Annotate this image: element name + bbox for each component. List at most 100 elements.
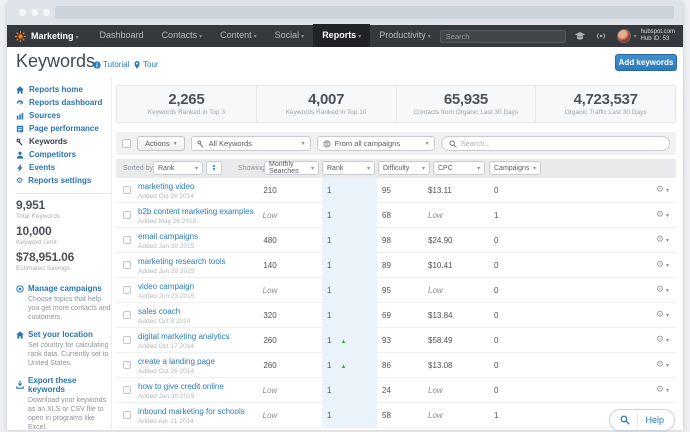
add-keywords-button[interactable]: Add keywords [615,54,677,71]
help-button[interactable]: Help [609,409,675,431]
keywords-filter-select[interactable]: All Keywords ▾ [191,136,311,151]
sidebar-link-title[interactable]: Manage campaigns [16,284,112,293]
sidebar-item-sources[interactable]: Sources [16,109,112,122]
sidebar-item-competitors[interactable]: Competitors [16,148,112,161]
row-settings-gear[interactable]: ⚙▾ [656,309,669,320]
summary-stat-value: 2,265 [117,91,256,108]
nav-item-content[interactable]: Content▾ [211,24,266,48]
campaigns-value: 0 [494,361,498,370]
nav-item-productivity[interactable]: Productivity▾ [370,24,440,48]
select-all-checkbox[interactable] [122,139,131,148]
row-checkbox[interactable] [123,261,131,269]
sort-by-select[interactable]: Rank▾ [153,161,203,175]
row-checkbox[interactable] [123,361,131,369]
column-select-rank[interactable]: Rank▾ [322,161,375,175]
sidebar-item-keywords[interactable]: Keywords [16,135,112,148]
row-checkbox[interactable] [123,211,131,219]
column-select-campaigns[interactable]: Campaigns▾ [489,161,541,175]
keyword-link[interactable]: sales coach [138,307,190,316]
row-checkbox[interactable] [123,286,131,294]
window-close-dot[interactable] [19,9,26,16]
table-search-input[interactable] [461,139,662,148]
academy-cap-icon[interactable] [575,31,587,41]
difficulty-value: 69 [382,311,391,320]
sort-direction-button[interactable]: ▲▼ [206,161,222,175]
nav-item-social[interactable]: Social▾ [266,24,314,48]
bolt-icon [16,164,24,172]
sidebar-item-events[interactable]: Events [16,161,112,174]
column-select-monthly-searches[interactable]: Monthly Searches▾ [264,161,319,175]
row-settings-gear[interactable]: ⚙▾ [656,259,669,270]
monthly-searches-value: Low [244,286,296,295]
broadcast-icon[interactable] [596,31,608,41]
cpc-value: Low [428,286,443,295]
tour-link[interactable]: Tour [133,60,159,69]
sidebar-item-reports-dashboard[interactable]: Reports dashboard [16,96,112,109]
sidebar-item-reports-home[interactable]: Reports home [16,83,112,96]
keyword-link[interactable]: create a landing page [138,357,215,366]
row-settings-gear[interactable]: ⚙▾ [656,234,669,245]
keyword-link[interactable]: video campaign [138,282,194,291]
hubspot-sprocket-logo-icon [15,31,26,42]
search-icon [449,140,457,148]
row-checkbox[interactable] [123,411,131,419]
global-search-input[interactable] [440,30,566,43]
caret-down-icon: ▾ [302,140,305,147]
account-caret-icon[interactable]: ▾ [634,33,637,40]
nav-item-dashboard[interactable]: Dashboard [91,24,153,48]
row-settings-gear[interactable]: ⚙▾ [656,334,669,345]
row-settings-gear[interactable]: ⚙▾ [656,209,669,220]
row-settings-gear[interactable]: ⚙▾ [656,384,669,395]
keyword-link[interactable]: marketing research tools [138,257,226,266]
row-checkbox[interactable] [123,336,131,344]
row-checkbox[interactable] [123,311,131,319]
sidebar-link-title[interactable]: Set your location [16,330,112,339]
campaigns-value: 0 [494,386,498,395]
window-zoom-dot[interactable] [43,9,50,16]
sidebar-item-label: Keywords [29,137,67,146]
table-row: inbound marketing for schoolsAdded Apr 2… [116,403,676,428]
row-settings-gear[interactable]: ⚙▾ [656,184,669,195]
browser-chrome [7,0,683,25]
sidebar-link-title[interactable]: Export these keywords [16,376,112,394]
nav-brand-marketing[interactable]: Marketing▾ [31,31,79,41]
rank-value: 1 [327,286,331,295]
keyword-link[interactable]: email campaigns [138,232,198,241]
caret-down-icon: ▾ [174,140,177,147]
monthly-searches-value: 210 [244,186,296,195]
keyword-link[interactable]: inbound marketing for schools [138,407,245,416]
rank-up-icon: ▲ [340,364,346,370]
table-search-box[interactable] [441,136,670,151]
user-avatar[interactable] [617,29,631,43]
keyword-added-date: Added Jun 20 2015 [138,268,226,275]
row-settings-gear[interactable]: ⚙▾ [656,284,669,295]
row-checkbox[interactable] [123,186,131,194]
bar-chart-icon [16,112,24,120]
keyword-link[interactable]: b2b content marketing examples [138,207,254,216]
sidebar-stat-label: Keyword Limit [16,239,112,246]
column-select-cpc[interactable]: CPC▾ [433,161,485,175]
row-settings-gear[interactable]: ⚙▾ [656,359,669,370]
keyword-cell: marketing videoAdded Oct 26 2014 [138,182,194,200]
table-row: how to give credit onlineAdded Jan 30 20… [116,378,676,403]
window-minimize-dot[interactable] [31,9,38,16]
campaigns-filter-select[interactable]: From all campaigns ▾ [317,136,435,151]
monthly-searches-value: Low [244,411,296,420]
difficulty-value: 95 [382,186,391,195]
keyword-link[interactable]: how to give credit online [138,382,224,391]
address-bar[interactable] [55,6,674,19]
table-row: create a landing pageAdded Oct 26 201426… [116,353,676,378]
keyword-link[interactable]: marketing video [138,182,194,191]
keyword-link[interactable]: digital marketing analytics [138,332,230,341]
sidebar-item-page-performance[interactable]: Page performance [16,122,112,135]
cpc-value: $10.41 [428,261,452,270]
tutorial-link[interactable]: Tutorial [93,60,129,69]
row-checkbox[interactable] [123,236,131,244]
nav-item-contacts[interactable]: Contacts▾ [153,24,212,48]
row-checkbox[interactable] [123,386,131,394]
sidebar-item-reports-settings[interactable]: ⚙Reports settings [16,174,112,187]
column-select-difficulty[interactable]: Difficulty▾ [378,161,430,175]
actions-button[interactable]: Actions▾ [137,136,185,151]
home-icon [16,331,24,339]
nav-item-reports[interactable]: Reports▾ [313,24,370,48]
